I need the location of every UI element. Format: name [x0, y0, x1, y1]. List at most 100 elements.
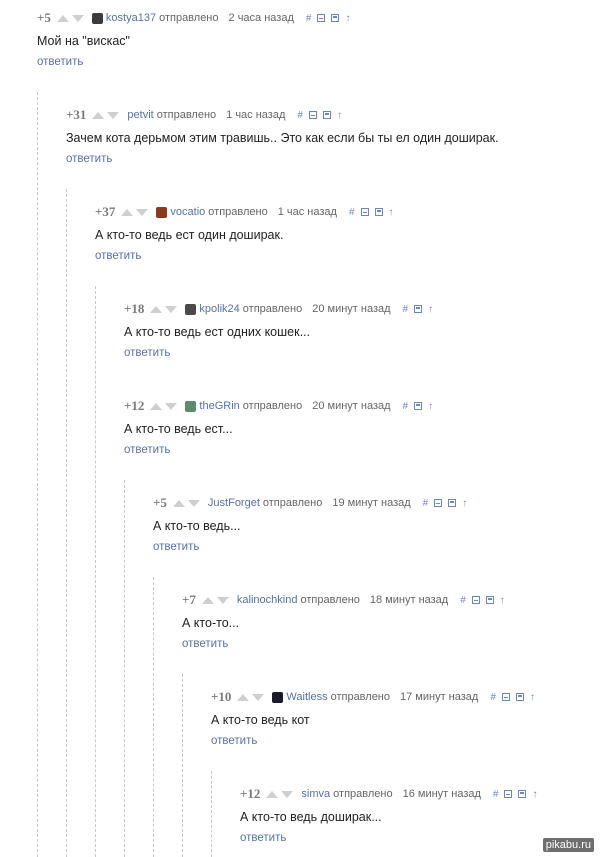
save-icon[interactable]: [485, 596, 494, 604]
parent-arrow-icon[interactable]: ↑: [462, 498, 467, 509]
reply-link[interactable]: ответить: [153, 541, 199, 553]
rating: +7: [182, 592, 196, 607]
avatar[interactable]: [91, 12, 103, 24]
hash-link-icon[interactable]: #: [403, 304, 409, 315]
author-link[interactable]: kalinochkind: [237, 594, 298, 606]
collapse-icon[interactable]: [471, 596, 480, 604]
author-link[interactable]: Waitless: [286, 691, 327, 703]
save-icon[interactable]: [322, 111, 331, 119]
parent-arrow-icon[interactable]: ↑: [389, 207, 394, 218]
save-icon[interactable]: [448, 499, 457, 507]
downvote-icon[interactable]: [252, 693, 265, 701]
comment-header: +5 kostya137 отправлено 2 часа назад # ↑: [37, 10, 356, 26]
author-link[interactable]: vocatio: [170, 206, 205, 218]
downvote-icon[interactable]: [216, 596, 229, 604]
upvote-icon[interactable]: [150, 305, 163, 313]
timestamp[interactable]: 20 минут назад: [312, 303, 390, 315]
save-icon[interactable]: [331, 14, 340, 22]
hash-link-icon[interactable]: #: [297, 110, 303, 121]
downvote-icon[interactable]: [187, 499, 200, 507]
hash-link-icon[interactable]: #: [490, 692, 496, 703]
timestamp[interactable]: 2 часа назад: [229, 12, 294, 24]
reply-link[interactable]: ответить: [124, 444, 170, 456]
upvote-icon[interactable]: [92, 111, 105, 119]
timestamp[interactable]: 19 минут назад: [332, 497, 410, 509]
timestamp[interactable]: 20 минут назад: [312, 400, 390, 412]
sent-label: отправлено: [242, 303, 303, 315]
downvote-icon[interactable]: [165, 402, 178, 410]
hash-link-icon[interactable]: #: [306, 13, 312, 24]
downvote-icon[interactable]: [136, 208, 149, 216]
thread-line: [182, 674, 184, 857]
save-icon[interactable]: [518, 790, 527, 798]
comment-text: А кто-то ведь кот: [211, 713, 310, 727]
upvote-icon[interactable]: [201, 596, 214, 604]
parent-arrow-icon[interactable]: ↑: [428, 401, 433, 412]
collapse-icon[interactable]: [504, 790, 513, 798]
hash-link-icon[interactable]: #: [423, 498, 429, 509]
reply-link[interactable]: ответить: [37, 56, 83, 68]
hash-link-icon[interactable]: #: [460, 595, 466, 606]
downvote-icon[interactable]: [71, 14, 84, 22]
parent-arrow-icon[interactable]: ↑: [530, 692, 535, 703]
avatar[interactable]: [185, 400, 197, 412]
parent-arrow-icon[interactable]: ↑: [428, 304, 433, 315]
author-link[interactable]: JustForget: [208, 497, 260, 509]
save-icon[interactable]: [374, 208, 383, 216]
collapse-icon[interactable]: [501, 693, 510, 701]
upvote-icon[interactable]: [172, 499, 185, 507]
timestamp[interactable]: 18 минут назад: [370, 594, 448, 606]
author-link[interactable]: petvit: [127, 109, 153, 121]
reply-link[interactable]: ответить: [211, 735, 257, 747]
upvote-icon[interactable]: [56, 14, 69, 22]
reply-link[interactable]: ответить: [240, 832, 286, 844]
sent-label: отправлено: [330, 691, 391, 703]
rating: +5: [37, 10, 51, 25]
collapse-icon[interactable]: [434, 499, 443, 507]
parent-arrow-icon[interactable]: ↑: [337, 110, 342, 121]
hash-link-icon[interactable]: #: [493, 789, 499, 800]
parent-arrow-icon[interactable]: ↑: [500, 595, 505, 606]
parent-arrow-icon[interactable]: ↑: [345, 13, 350, 24]
hash-link-icon[interactable]: #: [403, 401, 409, 412]
parent-arrow-icon[interactable]: ↑: [532, 789, 537, 800]
hash-link-icon[interactable]: #: [349, 207, 355, 218]
author-link[interactable]: kpolik24: [199, 303, 239, 315]
reply-link[interactable]: ответить: [182, 638, 228, 650]
downvote-icon[interactable]: [165, 305, 178, 313]
collapse-icon[interactable]: [308, 111, 317, 119]
avatar[interactable]: [272, 691, 284, 703]
author-link[interactable]: simva: [301, 788, 330, 800]
collapse-icon[interactable]: [360, 208, 369, 216]
avatar[interactable]: [185, 303, 197, 315]
comment-header: +10 Waitless отправлено 17 минут назад #…: [211, 689, 541, 705]
reply-link[interactable]: ответить: [66, 153, 112, 165]
thread-line: [153, 577, 155, 857]
sent-label: отправлено: [300, 594, 360, 606]
upvote-icon[interactable]: [266, 790, 279, 798]
save-icon[interactable]: [414, 402, 423, 410]
reply-link[interactable]: ответить: [95, 250, 141, 262]
comment-header: +31 petvit отправлено 1 час назад # ↑: [66, 107, 348, 123]
upvote-icon[interactable]: [150, 402, 163, 410]
reply-link[interactable]: ответить: [124, 347, 170, 359]
avatar[interactable]: [156, 206, 168, 218]
comment-text: А кто-то ведь доширак...: [240, 810, 382, 824]
upvote-icon[interactable]: [237, 693, 250, 701]
upvote-icon[interactable]: [121, 208, 134, 216]
author-link[interactable]: kostya137: [106, 12, 156, 24]
downvote-icon[interactable]: [281, 790, 294, 798]
timestamp[interactable]: 1 час назад: [226, 109, 285, 121]
timestamp[interactable]: 17 минут назад: [400, 691, 478, 703]
save-icon[interactable]: [515, 693, 524, 701]
downvote-icon[interactable]: [107, 111, 120, 119]
comment-text: А кто-то ведь ест один доширак.: [95, 228, 284, 242]
timestamp[interactable]: 1 час назад: [278, 206, 337, 218]
site-watermark: pikabu.ru: [542, 838, 594, 852]
author-link[interactable]: theGRin: [199, 400, 239, 412]
timestamp[interactable]: 16 минут назад: [403, 788, 481, 800]
save-icon[interactable]: [414, 305, 423, 313]
sent-label: отправлено: [333, 788, 393, 800]
comment-header: +18 kpolik24 отправлено 20 минут назад #…: [124, 301, 439, 317]
collapse-icon[interactable]: [317, 14, 326, 22]
